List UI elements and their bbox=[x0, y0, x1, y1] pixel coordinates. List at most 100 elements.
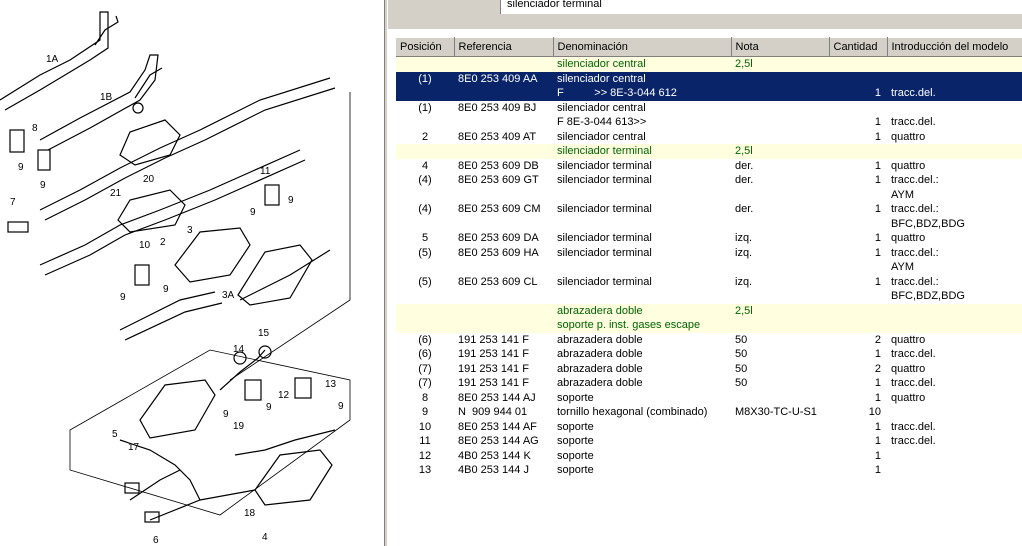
callout-label: 9 bbox=[338, 401, 344, 412]
cell-posicion: 13 bbox=[418, 464, 432, 476]
cell-nota: 2,5l bbox=[731, 56, 829, 72]
table-row[interactable]: (5) 8E0 253 609 CL silenciador terminal izq… bbox=[396, 275, 1022, 304]
table-row[interactable]: (1) 8E0 253 409 AA silenciador central F >… bbox=[396, 71, 1022, 101]
cell-cantidad: 2 bbox=[874, 333, 881, 346]
table-row[interactable]: 5 8E0 253 609 DA silenciador terminal izq. 1… bbox=[396, 231, 1022, 246]
cell-referencia: 8E0 253 609 CM bbox=[458, 203, 541, 215]
table-group-row[interactable]: silenciador central 2,5l bbox=[396, 56, 1022, 72]
column-header-denominacion[interactable]: Denominación bbox=[553, 37, 732, 57]
cell-referencia: 191 253 141 F bbox=[458, 362, 529, 375]
callout-label: 6 bbox=[153, 535, 159, 546]
cell-referencia bbox=[454, 303, 553, 333]
cell-introduccion bbox=[887, 463, 1022, 478]
cell-introduccion: tracc.del. bbox=[891, 435, 936, 447]
cell-cantidad: 1 bbox=[874, 449, 881, 462]
cell-denominacion: soporte bbox=[557, 449, 594, 462]
parts-table-container: Posición Referencia Denominación Nota Ca… bbox=[396, 37, 1022, 546]
table-row[interactable]: (7) 191 253 141 F abrazadera doble 50 2 quatt… bbox=[396, 362, 1022, 377]
table-row[interactable]: (7) 191 253 141 F abrazadera doble 50 1 tracc… bbox=[396, 376, 1022, 391]
cell-denominacion: silenciador terminal bbox=[553, 144, 731, 159]
cell-posicion: (7) bbox=[418, 377, 432, 389]
cell-nota: M8X30-TC-U-S1 bbox=[735, 406, 817, 418]
cell-referencia: 8E0 253 409 BJ bbox=[458, 101, 537, 114]
cell-referencia: 191 253 141 F bbox=[458, 348, 529, 360]
table-header: Posición Referencia Denominación Nota Ca… bbox=[396, 37, 1022, 57]
cell-referencia: 8E0 253 409 AT bbox=[458, 130, 537, 143]
cell-posicion: (7) bbox=[418, 362, 432, 375]
column-header-referencia[interactable]: Referencia bbox=[454, 37, 554, 57]
cell-introduccion: quattro bbox=[891, 362, 926, 375]
cell-cantidad: 1 bbox=[874, 420, 881, 433]
table-row[interactable]: (4) 8E0 253 609 CM silenciador terminal der… bbox=[396, 202, 1022, 231]
callout-label: 4 bbox=[262, 532, 268, 543]
table-row[interactable]: (4) 8E0 253 609 GT silenciador terminal der… bbox=[396, 173, 1022, 202]
table-row[interactable]: 10 8E0 253 144 AF soporte 1 tracc.del. bbox=[396, 420, 1022, 435]
table-row[interactable]: (5) 8E0 253 609 HA silenciador terminal izq… bbox=[396, 246, 1022, 275]
column-header-nota[interactable]: Nota bbox=[731, 37, 830, 57]
cell-cantidad: 1 bbox=[874, 275, 881, 288]
table-row[interactable]: (1) 8E0 253 409 BJ silenciador central F 8… bbox=[396, 101, 1022, 130]
cell-nota bbox=[731, 434, 829, 449]
table-group-row[interactable]: abrazadera doble soporte p. inst. gases … bbox=[396, 303, 1022, 333]
cell-cantidad: 1 bbox=[874, 464, 881, 476]
cell-introduccion: tracc.del. bbox=[887, 71, 1022, 101]
column-header-posicion[interactable]: Posición bbox=[396, 37, 455, 57]
column-header-introduccion[interactable]: Introducción del modelo bbox=[887, 37, 1022, 57]
callout-label: 9 bbox=[250, 207, 256, 218]
cell-denominacion: silenciador central F 8E-3-044 613>> bbox=[557, 101, 647, 129]
cell-nota: izq. bbox=[735, 232, 753, 244]
cell-denominacion: silenciador central F >> 8E-3-044 612 bbox=[553, 71, 731, 101]
callout-label: 5 bbox=[112, 429, 118, 440]
callout-label: 3 bbox=[187, 225, 193, 236]
cell-denominacion: silenciador terminal bbox=[557, 159, 652, 172]
cell-posicion: 11 bbox=[419, 435, 431, 447]
callout-label: 10 bbox=[139, 240, 151, 251]
cell-cantidad: 1 bbox=[874, 159, 881, 172]
column-header-cantidad[interactable]: Cantidad bbox=[829, 37, 888, 57]
description-panel: silenciador terminal bbox=[388, 0, 1022, 29]
cell-denominacion: soporte bbox=[557, 464, 594, 476]
callout-label: 9 bbox=[266, 402, 272, 413]
cell-introduccion: tracc.del. bbox=[891, 420, 936, 433]
table-row[interactable]: 2 8E0 253 409 AT silenciador central 1 quatt… bbox=[396, 130, 1022, 145]
cell-posicion: (1) bbox=[396, 71, 454, 101]
table-row[interactable]: (6) 191 253 141 F abrazadera doble 50 1 tracc… bbox=[396, 347, 1022, 362]
table-row[interactable]: 13 4B0 253 144 J soporte 1 bbox=[396, 463, 1022, 478]
table-group-row[interactable]: silenciador terminal 2,5l bbox=[396, 144, 1022, 159]
table-row[interactable]: 12 4B0 253 144 K soporte 1 bbox=[396, 449, 1022, 464]
cell-cantidad bbox=[829, 303, 887, 333]
cell-posicion: (4) bbox=[418, 174, 432, 186]
cell-denominacion: silenciador terminal bbox=[557, 232, 652, 244]
callout-label: 12 bbox=[278, 390, 290, 401]
table-row[interactable]: 11 8E0 253 144 AG soporte 1 tracc.del. bbox=[396, 434, 1022, 449]
table-row[interactable]: 9 N 909 944 01 tornillo hexagonal (combina… bbox=[396, 405, 1022, 420]
cell-nota bbox=[731, 391, 829, 406]
cell-nota: 50 bbox=[735, 362, 748, 375]
cell-denominacion: abrazadera doble bbox=[557, 362, 643, 375]
cell-denominacion: silenciador central bbox=[553, 56, 731, 72]
cell-nota: 2,5l bbox=[731, 144, 829, 159]
table-row[interactable]: 4 8E0 253 609 DB silenciador terminal der. 1… bbox=[396, 159, 1022, 174]
callout-label: 19 bbox=[233, 421, 245, 432]
cell-denominacion: silenciador terminal bbox=[557, 174, 652, 186]
cell-posicion: 2 bbox=[421, 130, 429, 143]
cell-nota: 50 bbox=[735, 377, 748, 389]
cell-introduccion bbox=[887, 449, 1022, 464]
cell-cantidad: 1 bbox=[874, 116, 881, 128]
table-row[interactable]: (6) 191 253 141 F abrazadera doble 50 2 quatt… bbox=[396, 333, 1022, 348]
table-row[interactable]: 8 8E0 253 144 AJ soporte 1 quattro bbox=[396, 391, 1022, 406]
cell-denominacion: soporte bbox=[557, 391, 594, 404]
cell-denominacion: silenciador central bbox=[557, 130, 646, 143]
cell-denominacion: silenciador terminal bbox=[557, 275, 652, 288]
cell-introduccion: tracc.del.: BFC,BDZ,BDG bbox=[891, 203, 965, 230]
callout-label: 9 bbox=[120, 292, 126, 303]
cell-nota bbox=[731, 463, 829, 478]
cell-cantidad: 1 bbox=[874, 130, 881, 143]
cell-introduccion: quattro bbox=[891, 391, 926, 404]
cell-posicion: (1) bbox=[418, 101, 432, 114]
cell-referencia: 8E0 253 609 GT bbox=[458, 174, 539, 186]
exploded-parts-diagram[interactable]: 1A 1B 8 9 9 7 21 20 10 9 9 3 3A 2 11 9 9… bbox=[0, 0, 384, 546]
callout-label: 9 bbox=[40, 180, 46, 191]
cell-introduccion: quattro bbox=[891, 130, 926, 143]
cell-introduccion: tracc.del. bbox=[891, 116, 936, 128]
